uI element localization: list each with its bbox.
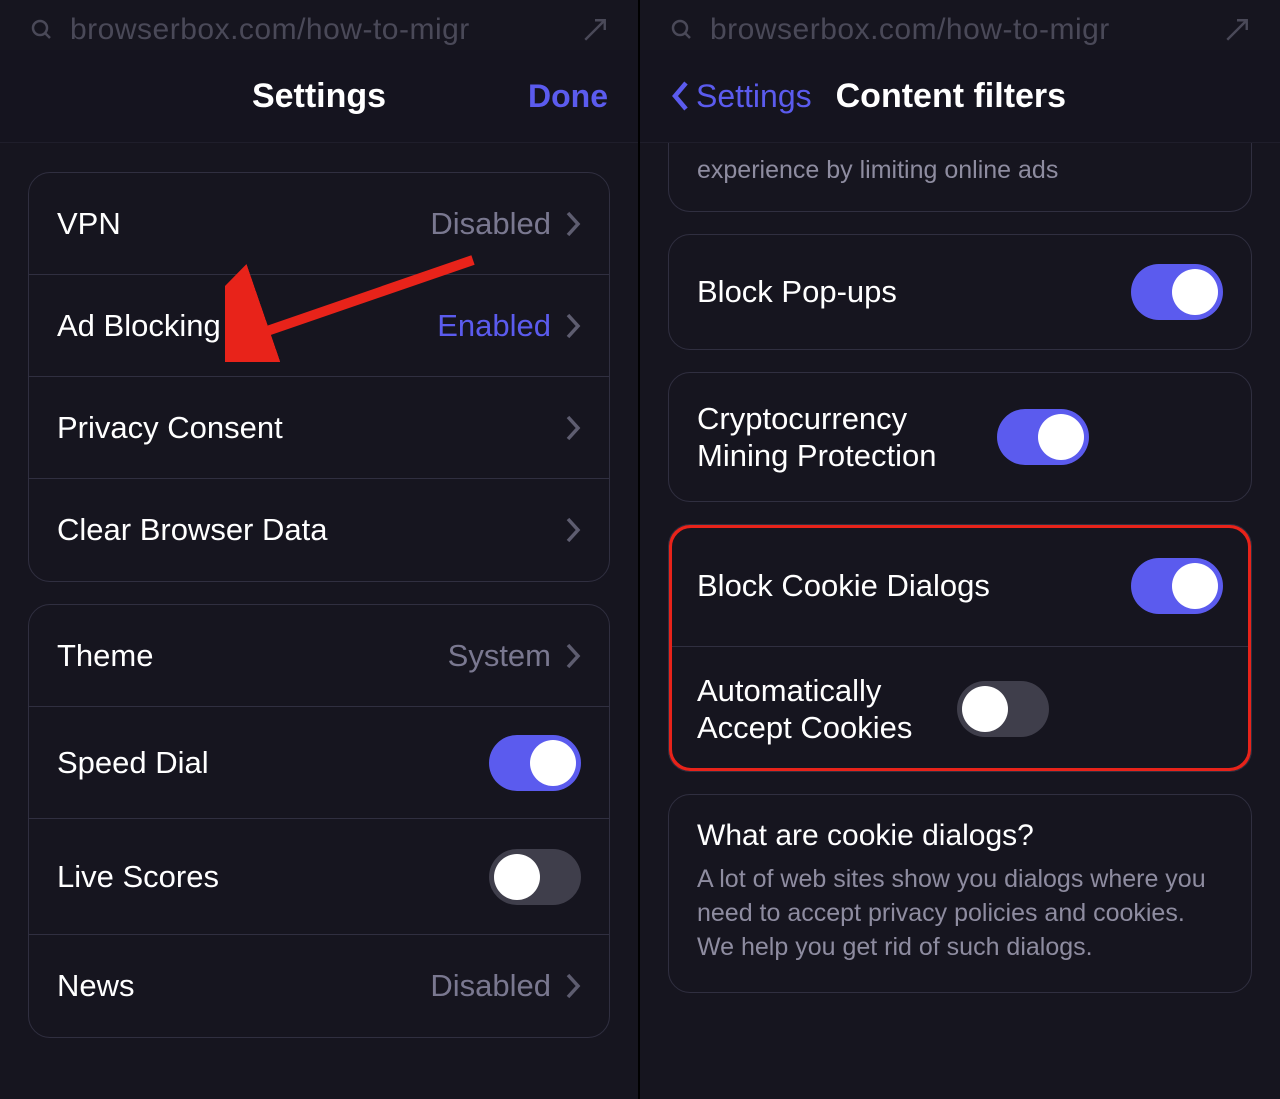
settings-row-news[interactable]: News Disabled [29, 935, 609, 1037]
url-text: browserbox.com/how-to-migr [70, 13, 566, 47]
row-label: Block Pop-ups [697, 273, 1131, 310]
chevron-right-icon [565, 312, 581, 340]
row-label: Cryptocurrency Mining Protection [697, 400, 997, 474]
toggle-live-scores[interactable] [489, 849, 581, 905]
info-card-cookie-dialogs: What are cookie dialogs? A lot of web si… [668, 794, 1252, 993]
back-label: Settings [696, 78, 812, 115]
settings-row-live-scores: Live Scores [29, 819, 609, 935]
url-bar: browserbox.com/how-to-migr [640, 10, 1280, 50]
search-icon [30, 18, 54, 42]
toggle-auto-accept-cookies[interactable] [957, 681, 1049, 737]
row-auto-accept-cookies: Automatically Accept Cookies [669, 647, 1251, 771]
toggle-block-popups[interactable] [1131, 264, 1223, 320]
settings-row-ad-blocking[interactable]: Ad Blocking Enabled [29, 275, 609, 377]
row-label: Speed Dial [57, 744, 489, 781]
row-label: Theme [57, 637, 448, 674]
page-title: Settings [110, 77, 528, 116]
toggle-mining-protection[interactable] [997, 409, 1089, 465]
settings-row-theme[interactable]: Theme System [29, 605, 609, 707]
row-value: Enabled [437, 308, 551, 344]
row-label: Live Scores [57, 858, 489, 895]
info-title: What are cookie dialogs? [697, 819, 1223, 853]
row-label: VPN [57, 205, 430, 242]
row-label: Automatically Accept Cookies [697, 672, 957, 746]
row-mining-protection: Cryptocurrency Mining Protection [669, 373, 1251, 501]
chevron-right-icon [565, 516, 581, 544]
chevron-right-icon [565, 414, 581, 442]
row-label: Block Cookie Dialogs [697, 567, 1131, 604]
chevron-right-icon [565, 210, 581, 238]
partial-desc: experience by limiting online ads [697, 156, 1223, 185]
chevron-right-icon [565, 972, 581, 1000]
settings-row-vpn[interactable]: VPN Disabled [29, 173, 609, 275]
info-desc: A lot of web sites show you dialogs wher… [697, 863, 1223, 964]
share-icon [582, 17, 608, 43]
row-value: Disabled [430, 206, 551, 242]
chevron-right-icon [565, 642, 581, 670]
toggle-block-cookie-dialogs[interactable] [1131, 558, 1223, 614]
settings-row-speed-dial: Speed Dial [29, 707, 609, 819]
cookie-dialogs-group-highlighted: Block Cookie Dialogs Automatically Accep… [668, 524, 1252, 772]
row-value: Disabled [430, 968, 551, 1004]
share-icon [1224, 17, 1250, 43]
row-label: News [57, 967, 430, 1004]
partial-card-top: experience by limiting online ads [668, 142, 1252, 212]
settings-row-clear-browser-data[interactable]: Clear Browser Data [29, 479, 609, 581]
row-label: Ad Blocking [57, 307, 437, 344]
row-block-cookie-dialogs: Block Cookie Dialogs [669, 525, 1251, 647]
row-label: Clear Browser Data [57, 511, 565, 548]
chevron-left-icon [670, 79, 690, 113]
page-title: Content filters [836, 77, 1066, 116]
search-icon [670, 18, 694, 42]
settings-row-privacy-consent[interactable]: Privacy Consent [29, 377, 609, 479]
toggle-speed-dial[interactable] [489, 735, 581, 791]
url-bar: browserbox.com/how-to-migr [0, 10, 638, 50]
url-text: browserbox.com/how-to-migr [710, 13, 1208, 47]
row-block-popups: Block Pop-ups [669, 235, 1251, 349]
done-button[interactable]: Done [528, 78, 608, 115]
row-value: System [448, 638, 551, 674]
back-button[interactable]: Settings [670, 78, 812, 115]
row-label: Privacy Consent [57, 409, 565, 446]
